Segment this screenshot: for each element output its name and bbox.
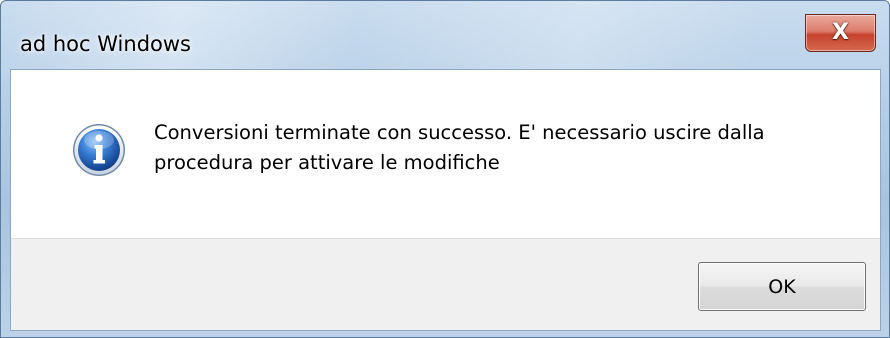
window-title: ad hoc Windows — [20, 32, 191, 56]
button-bar: OK — [11, 238, 880, 330]
information-icon — [73, 124, 125, 176]
dialog-message: Conversioni terminate con successo. E' n… — [154, 121, 765, 174]
dialog-client-area: Conversioni terminate con successo. E' n… — [10, 69, 881, 331]
close-icon: X — [832, 20, 849, 45]
message-area: Conversioni terminate con successo. E' n… — [11, 70, 880, 238]
dialog-window: ad hoc Windows X Conversioni terminate c… — [0, 0, 890, 338]
close-button[interactable]: X — [805, 14, 876, 52]
title-bar[interactable]: ad hoc Windows X — [1, 1, 889, 69]
ok-button[interactable]: OK — [698, 262, 866, 311]
